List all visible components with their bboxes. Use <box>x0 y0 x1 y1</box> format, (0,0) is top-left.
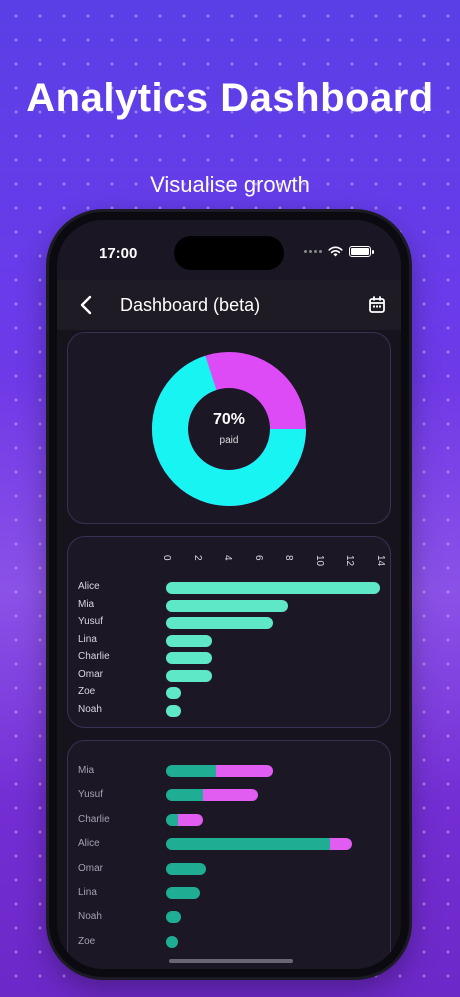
stacked-bar-row: Alice <box>68 834 390 858</box>
bar-label: Charlie <box>78 651 110 662</box>
stacked-bar-segment-a <box>166 935 179 948</box>
donut-card: 70% paid <box>67 332 391 524</box>
stacked-bar-segment-a <box>166 862 206 875</box>
bar <box>166 669 212 682</box>
stacked-bar <box>166 765 273 777</box>
stacked-bar-segment-a <box>166 838 330 851</box>
home-indicator <box>169 959 293 963</box>
x-tick-label: 2 <box>191 555 203 561</box>
bar-row: Noah <box>68 702 390 719</box>
status-icons <box>304 246 374 257</box>
stacked-bar-segment-a <box>166 789 203 802</box>
bar-label: Omar <box>78 668 103 680</box>
bar-row: Charlie <box>68 649 390 666</box>
calendar-button[interactable] <box>365 293 389 317</box>
stacked-bar-label: Lina <box>78 887 97 898</box>
bar-chart-card: 0 2 4 6 8 10 12 14 Alice Mia Yusuf Lina Charlie Omar… <box>67 536 391 728</box>
bar <box>166 634 212 647</box>
calendar-icon <box>369 296 385 313</box>
stacked-bar-segment-a <box>166 813 179 826</box>
bar <box>166 582 380 594</box>
wifi-icon <box>328 246 343 257</box>
stacked-bar-label: Omar <box>78 862 103 874</box>
back-button[interactable] <box>73 292 99 318</box>
x-tick-label: 12 <box>344 555 356 567</box>
phone-screen: 17:00 Dashboard (beta) 70% paid 0 2 4 6 … <box>57 220 401 969</box>
bar-row: Omar <box>68 667 390 684</box>
stacked-bar-row: Lina <box>68 883 390 907</box>
stacked-bar <box>166 887 200 899</box>
chevron-left-icon <box>80 295 92 315</box>
bar-label: Lina <box>78 633 97 645</box>
status-bar: 17:00 <box>57 220 401 280</box>
stacked-bar-label: Noah <box>78 911 102 923</box>
bar-label: Noah <box>78 703 102 715</box>
hero-title: Analytics Dashboard <box>26 76 434 120</box>
signal-icon <box>304 250 322 253</box>
x-tick-label: 6 <box>252 555 264 561</box>
stacked-bar <box>166 862 206 875</box>
x-tick-label: 14 <box>375 555 386 567</box>
stacked-bar-segment-a <box>166 911 182 924</box>
x-tick-label: 8 <box>283 555 295 561</box>
stacked-bar-row: Yusuf <box>68 785 390 809</box>
app-bar: Dashboard (beta) <box>57 280 401 330</box>
stacked-bar-label: Mia <box>78 765 95 776</box>
x-tick-label: 0 <box>161 555 172 561</box>
donut-chart <box>152 352 306 506</box>
stacked-bar-card: Mia Yusuf Charlie Alice Omar Lina Noah Zoe <box>67 740 391 969</box>
stacked-bar <box>166 838 353 851</box>
stacked-bar-segment-b <box>329 838 353 851</box>
bar <box>166 599 289 612</box>
dynamic-island <box>174 236 284 270</box>
bar <box>166 704 182 717</box>
stacked-bar-label: Zoe <box>78 935 96 947</box>
stacked-bar-label: Alice <box>78 838 100 850</box>
stacked-bar <box>166 935 179 948</box>
app-bar-title: Dashboard (beta) <box>120 295 261 315</box>
dashboard-content: 70% paid 0 2 4 6 8 10 12 14 Alice Mia Yusuf Lina Ch… <box>57 330 401 969</box>
bar <box>166 687 182 699</box>
stacked-bar <box>166 813 203 826</box>
bar-row: Yusuf <box>68 614 390 631</box>
stacked-bar-row: Zoe <box>68 932 390 956</box>
stacked-bar-row: Charlie <box>68 810 390 834</box>
stacked-bar-segment-a <box>166 887 200 899</box>
bar-label: Mia <box>78 598 95 610</box>
status-time: 17:00 <box>99 245 138 262</box>
hero-subtitle: Visualise growth <box>150 172 310 197</box>
stacked-bar-segment-b <box>216 765 273 777</box>
stacked-bar-label: Charlie <box>78 813 110 825</box>
stacked-bar <box>166 789 258 802</box>
bar <box>166 652 212 664</box>
donut-caption: paid <box>219 435 239 446</box>
bar-label: Zoe <box>78 686 96 697</box>
stacked-bar <box>166 911 182 924</box>
donut-percent-label: 70% <box>212 411 246 428</box>
bar-row: Lina <box>68 632 390 649</box>
bar-label: Yusuf <box>78 616 104 627</box>
stacked-bar-segment-b <box>202 789 258 802</box>
bar-row: Mia <box>68 597 390 614</box>
stacked-bar-row: Noah <box>68 907 390 931</box>
bar-row: Alice <box>68 579 390 596</box>
bar-label: Alice <box>78 581 100 592</box>
battery-icon <box>349 246 374 257</box>
stacked-bar-segment-a <box>166 765 217 777</box>
stacked-bar-row: Omar <box>68 859 390 883</box>
stacked-bar-row: Mia <box>68 761 390 785</box>
x-tick-label: 10 <box>313 555 325 567</box>
x-tick-label: 4 <box>222 555 234 561</box>
stacked-bar-segment-b <box>178 813 203 826</box>
stacked-bar-label: Yusuf <box>78 789 104 801</box>
phone-frame: 17:00 Dashboard (beta) 70% paid 0 2 4 6 … <box>49 212 409 977</box>
bar <box>166 617 273 629</box>
bar-row: Zoe <box>68 684 390 701</box>
